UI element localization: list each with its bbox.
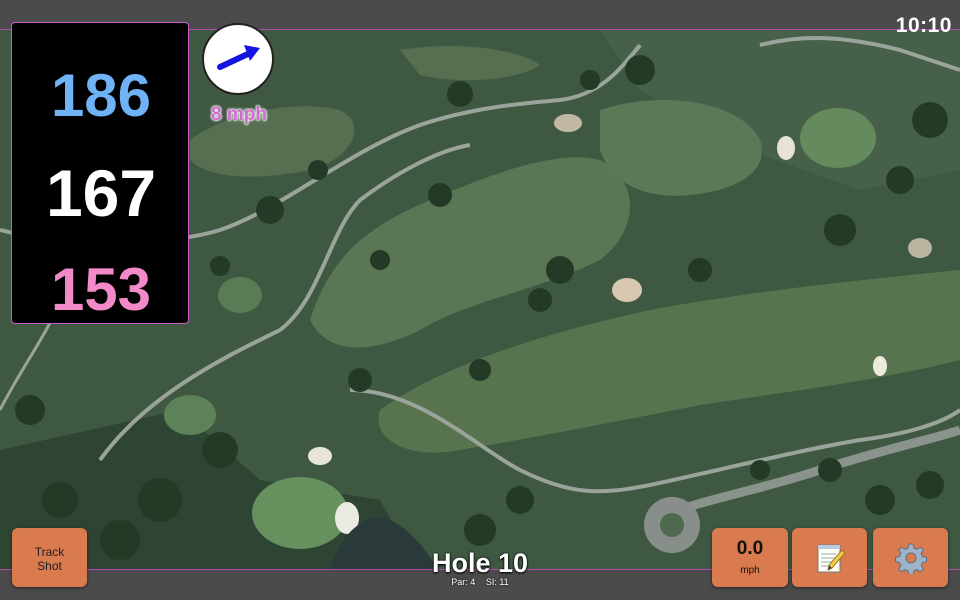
front-distance: 153	[50, 256, 152, 323]
hole-par: Par: 4	[451, 577, 476, 587]
distance-panel: 186 167 153	[11, 22, 189, 324]
speed-unit: mph	[740, 565, 760, 576]
back-distance: 186	[50, 62, 152, 129]
clock: 10:10	[895, 14, 952, 37]
wind-speed: 8 mph	[211, 104, 267, 125]
hole-stroke-index: SI: 11	[485, 577, 509, 587]
track-shot-button[interactable]: Track Shot	[12, 528, 87, 587]
hole-title: Hole 10	[431, 548, 529, 578]
track-shot-label-line2: Shot	[37, 559, 62, 573]
gear-icon	[895, 543, 927, 574]
speed-value: 0.0	[736, 538, 764, 559]
notes-button[interactable]	[792, 528, 867, 587]
notepad-icon	[817, 544, 846, 573]
middle-distance: 167	[45, 156, 157, 230]
speed-button[interactable]: 0.0 mph	[712, 528, 788, 587]
hole-details: Par: 4 SI: 11	[380, 577, 580, 587]
arrow-icon	[217, 45, 260, 70]
settings-button[interactable]	[873, 528, 948, 587]
wind-indicator	[202, 23, 274, 95]
track-shot-label-line1: Track	[34, 545, 65, 559]
